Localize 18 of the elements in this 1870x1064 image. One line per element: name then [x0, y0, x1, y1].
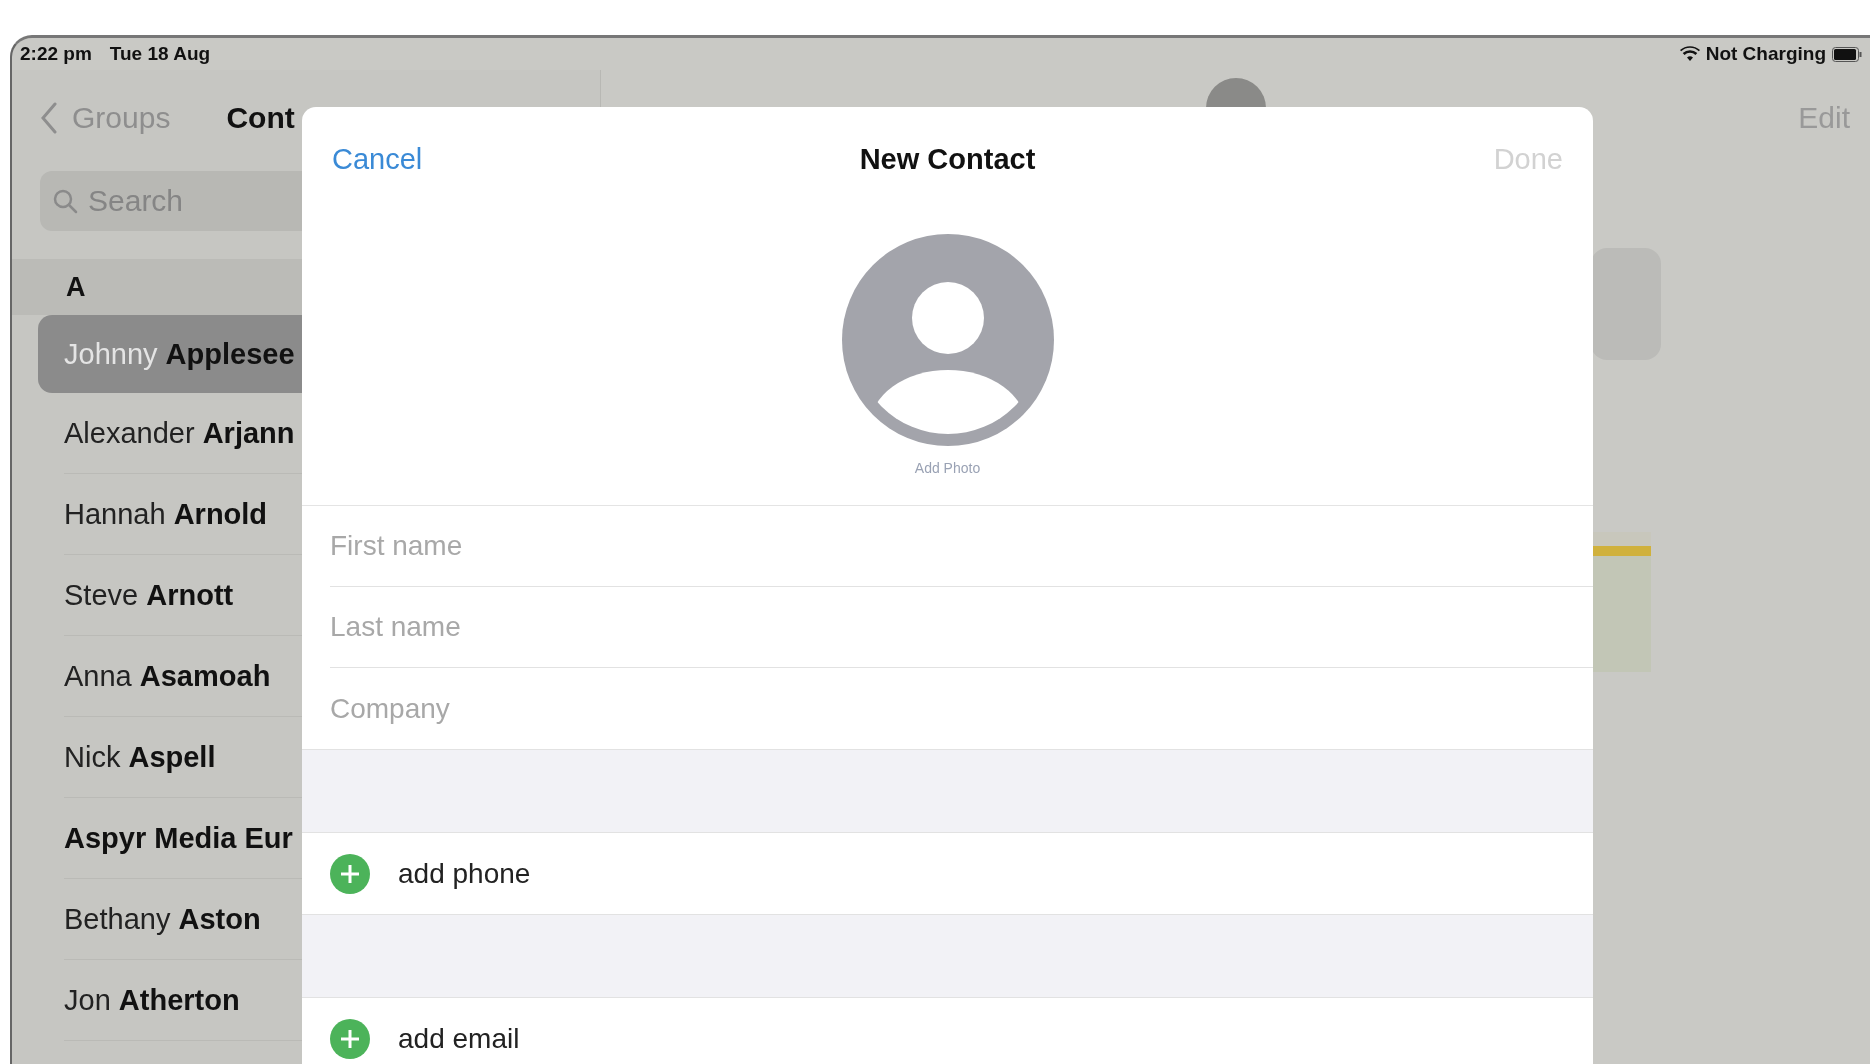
section-letter: A [66, 271, 86, 303]
search-icon [52, 188, 78, 214]
wifi-icon [1679, 46, 1700, 62]
add-label[interactable]: add phone [398, 857, 531, 890]
status-date: Tue 18 Aug [109, 43, 211, 65]
add-row[interactable]: add email [302, 998, 1593, 1064]
plus-icon [330, 853, 370, 894]
battery-icon [1832, 46, 1862, 62]
status-time: 2:22 pm [20, 43, 92, 65]
modal-title: New Contact [859, 142, 1036, 176]
add-label[interactable]: add email [398, 1022, 520, 1055]
battery-status: Not Charging [1705, 43, 1826, 65]
add-row[interactable]: add phone [302, 833, 1593, 914]
contact-item[interactable]: Johnny Applesee [38, 315, 302, 393]
chevron-left-icon [40, 102, 58, 134]
plus-icon [330, 1018, 370, 1059]
cancel-button[interactable]: Cancel [332, 142, 423, 176]
list-title: Cont [226, 101, 295, 135]
